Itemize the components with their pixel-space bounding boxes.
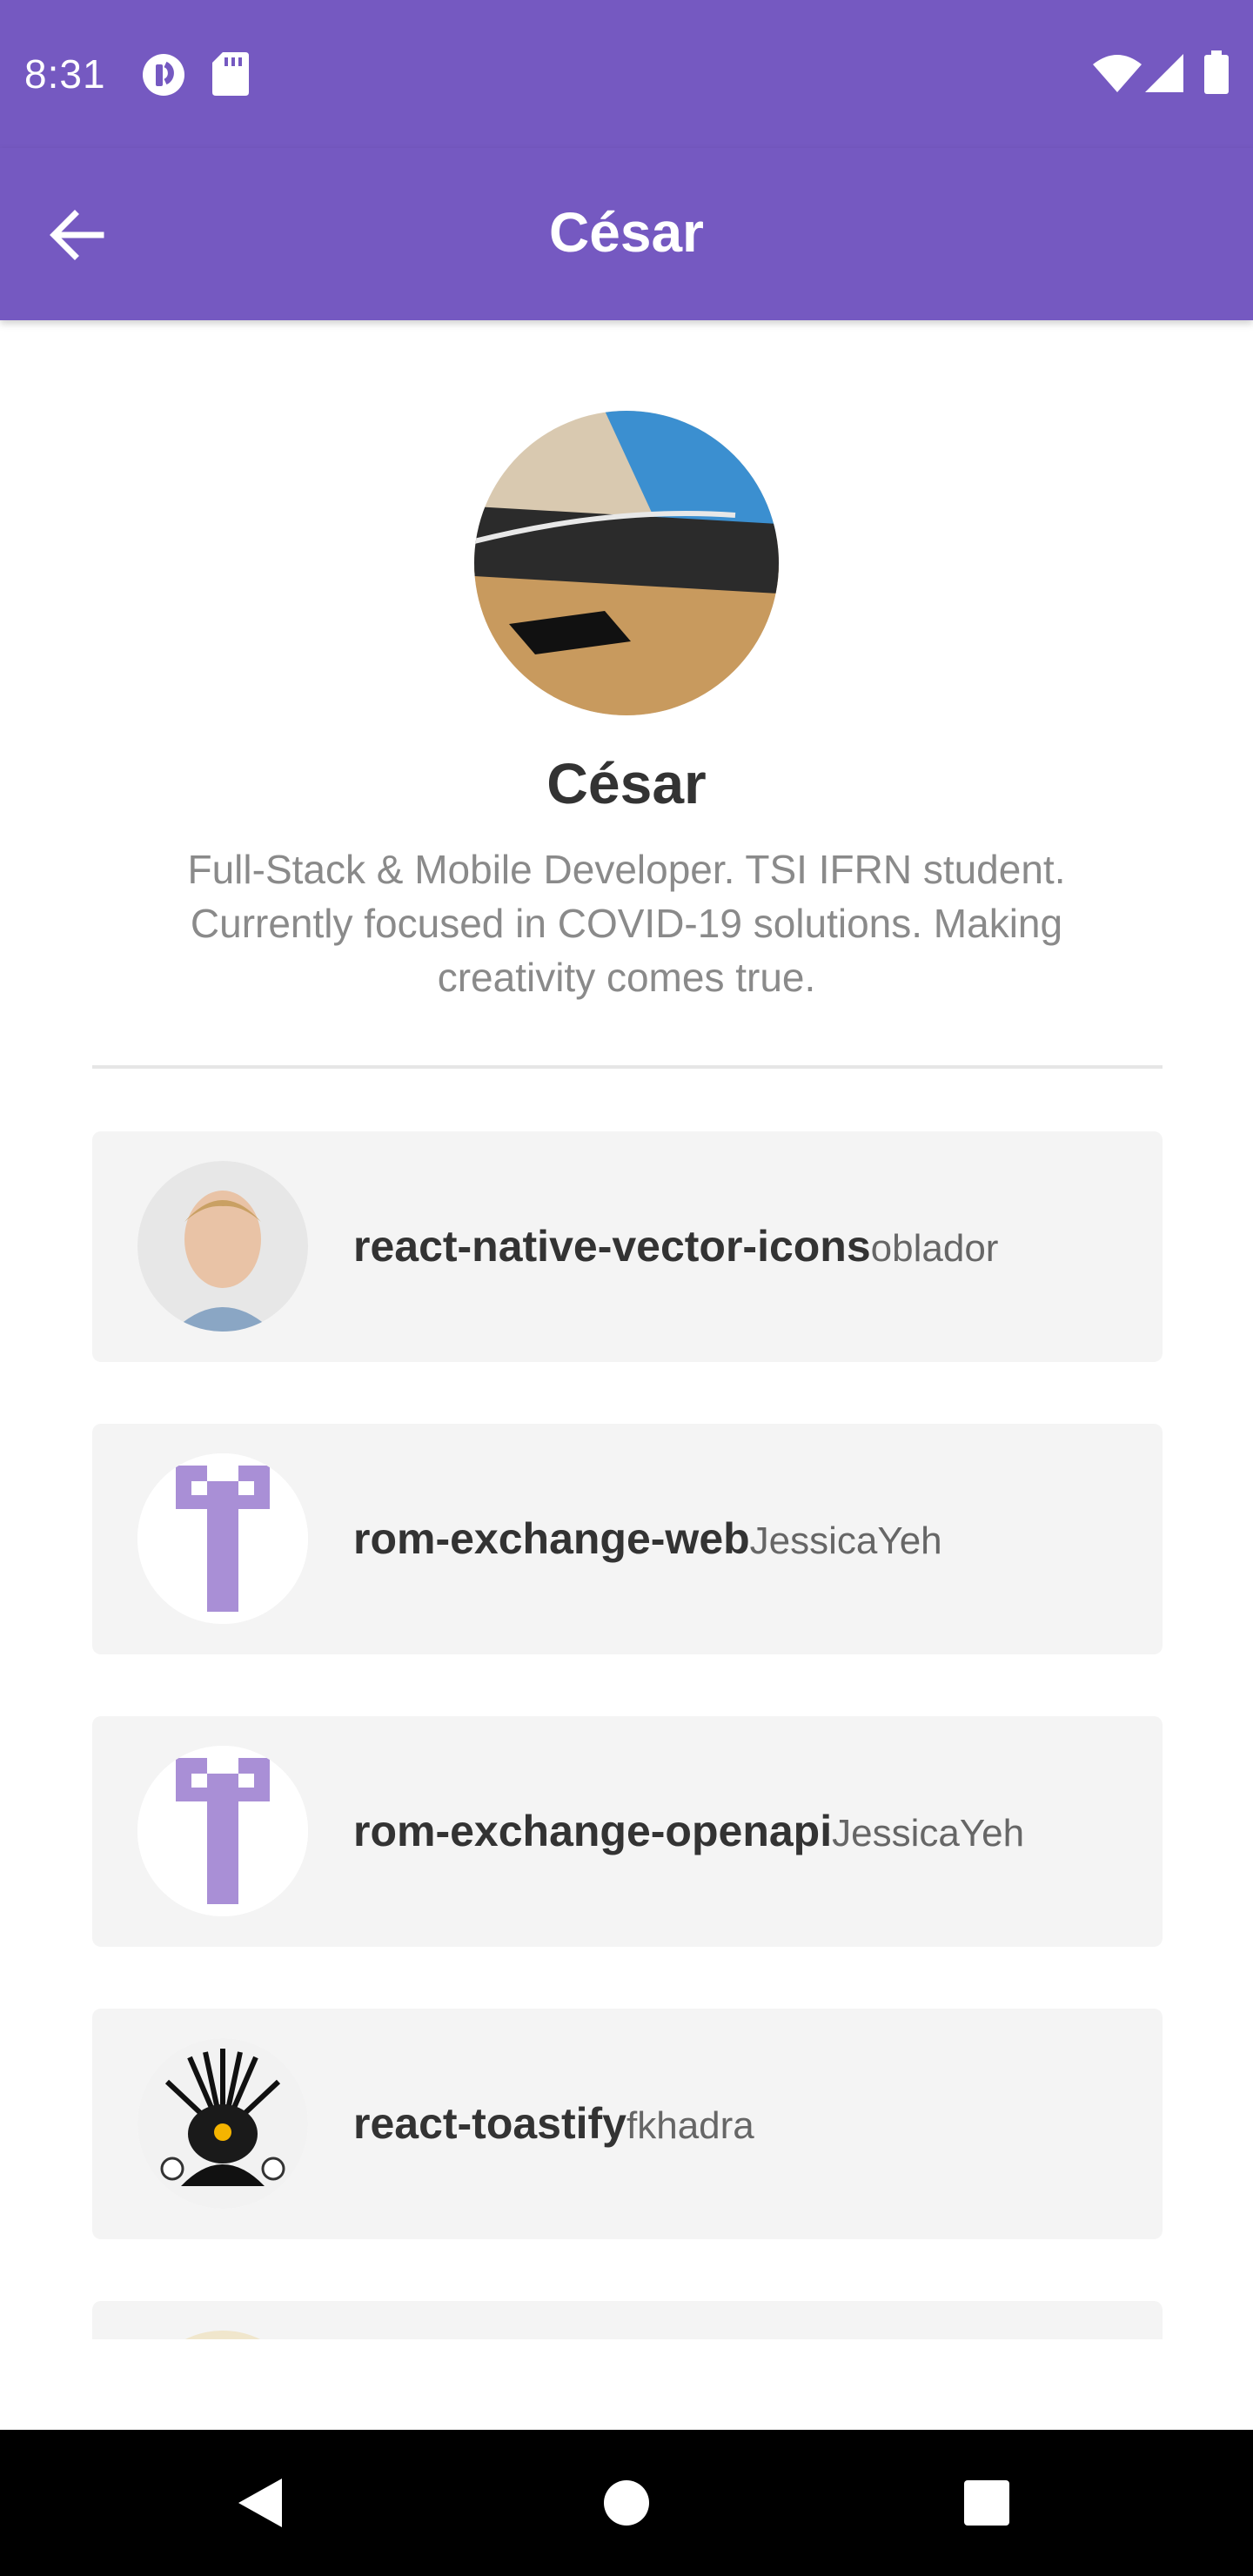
repo-title: rom-exchange-openapiJessicaYeh	[353, 1716, 1024, 1947]
nav-back-button[interactable]	[224, 2466, 298, 2539]
repo-owner: oblador	[870, 1227, 999, 1270]
nav-recents-button[interactable]	[950, 2466, 1023, 2539]
repo-name: react-toastify	[353, 2099, 626, 2148]
navigation-bar	[0, 2430, 1253, 2576]
recents-square-icon	[964, 2480, 1009, 2526]
repo-owner: fkhadra	[626, 2104, 754, 2147]
wifi-icon	[1093, 54, 1142, 97]
repo-card[interactable]: rom-exchange-webJessicaYeh	[92, 1424, 1163, 1654]
repo-title: rom-exchange-webJessicaYeh	[353, 1424, 942, 1654]
cell-signal-icon	[1145, 54, 1183, 97]
owner-avatar	[137, 1746, 308, 1916]
owner-avatar	[137, 1161, 308, 1332]
back-triangle-icon	[238, 2479, 282, 2527]
nav-home-button[interactable]	[590, 2466, 663, 2539]
app-bar-title: César	[549, 201, 704, 264]
home-circle-icon	[604, 2480, 649, 2526]
repo-name: react-native-vector-icons	[353, 1222, 871, 1271]
profile-avatar	[474, 411, 779, 715]
profile-bio: Full-Stack & Mobile Developer. TSI IFRN …	[187, 847, 1066, 1000]
repo-name: rom-exchange-web	[353, 1514, 750, 1563]
repo-owner: JessicaYeh	[749, 1519, 942, 1562]
status-time: 8:31	[24, 51, 106, 97]
pocket-casts-icon	[141, 52, 186, 102]
app-bar: César	[0, 148, 1253, 320]
repo-title: react-toastifyfkhadra	[353, 2009, 754, 2239]
owner-avatar	[137, 2038, 308, 2209]
sd-card-icon	[212, 52, 249, 100]
profile-name: César	[546, 751, 707, 815]
repo-card[interactable]: rom-exchange-openapiJessicaYeh	[92, 1716, 1163, 1947]
repo-name: rom-exchange-openapi	[353, 1807, 833, 1855]
repository-list[interactable]: react-native-vector-iconsoblador rom-exc…	[92, 1131, 1163, 2339]
battery-icon	[1204, 50, 1229, 98]
repo-title: react-native-vector-iconsoblador	[353, 1131, 998, 1362]
repo-card[interactable]	[92, 2301, 1163, 2339]
owner-avatar	[137, 2331, 308, 2339]
divider	[92, 1065, 1163, 1069]
repo-owner: JessicaYeh	[832, 1812, 1025, 1855]
status-bar: 8:31	[0, 0, 1253, 148]
repo-card[interactable]: react-toastifyfkhadra	[92, 2009, 1163, 2239]
repo-card[interactable]: react-native-vector-iconsoblador	[92, 1131, 1163, 1362]
owner-avatar	[137, 1453, 308, 1624]
